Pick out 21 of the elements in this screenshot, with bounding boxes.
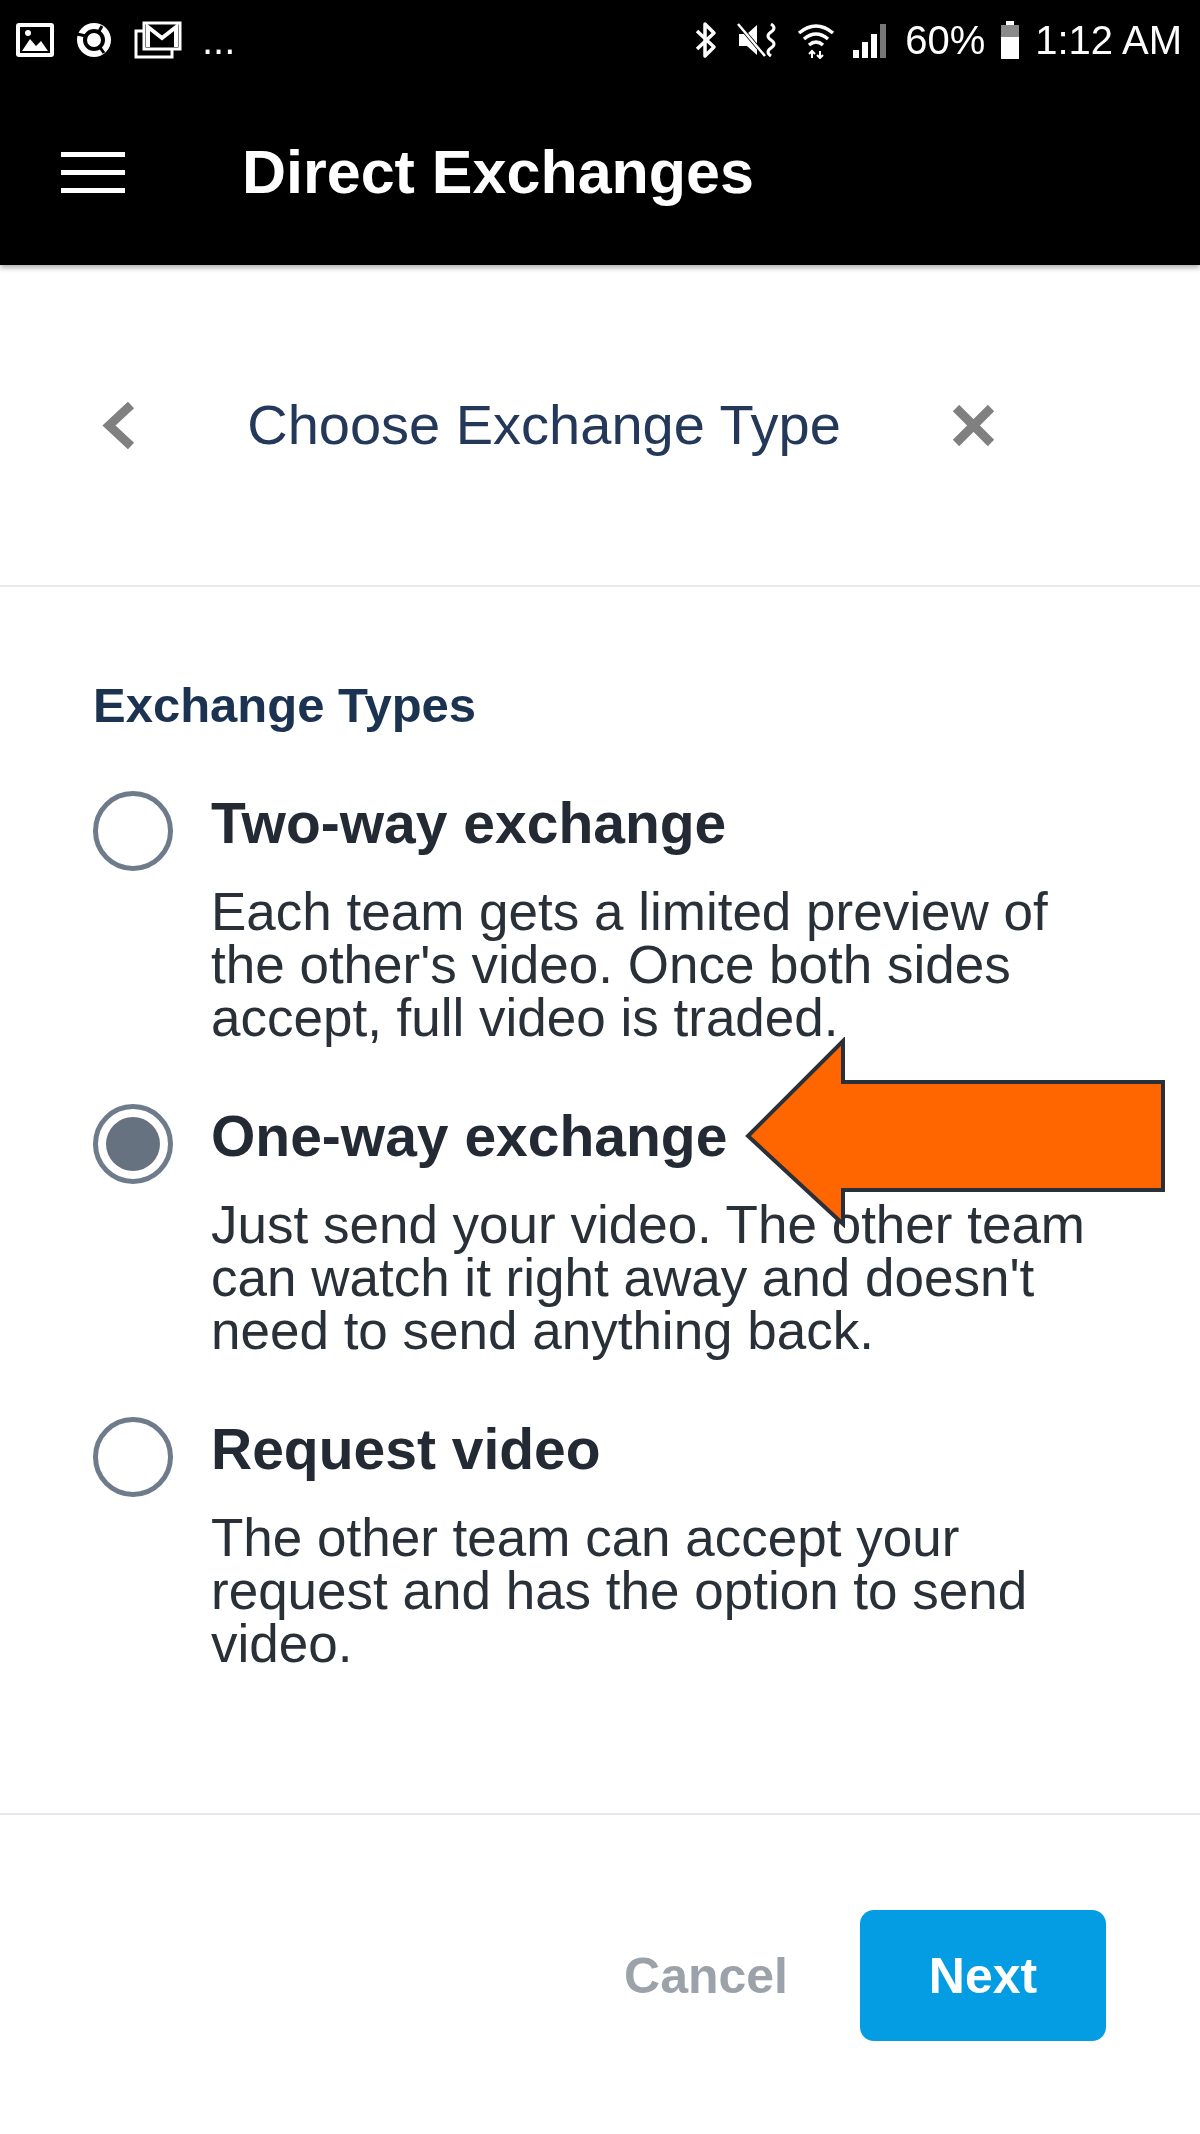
menu-icon[interactable]	[61, 152, 125, 193]
image-icon	[16, 23, 54, 57]
option-label[interactable]: One-way exchange	[211, 1104, 728, 1168]
ring-icon	[74, 22, 114, 58]
option-description: The other team can accept your request and has the option to send video.	[211, 1511, 1029, 1670]
radio-button[interactable]	[93, 1417, 173, 1497]
more-notifications-text: ...	[202, 20, 236, 60]
app-title: Direct Exchanges	[242, 136, 754, 208]
battery-icon	[1001, 21, 1020, 59]
radio-button[interactable]	[93, 791, 173, 871]
wifi-icon	[797, 21, 836, 59]
mail-icon	[134, 21, 182, 59]
clock-time-text: 1:12 AM	[1035, 20, 1182, 60]
battery-percentage-text: 60%	[905, 20, 986, 60]
radio-button[interactable]	[93, 1104, 173, 1184]
section-title: Exchange Types	[93, 677, 477, 733]
chevron-left-icon[interactable]	[102, 401, 136, 449]
dialog-title: Choose Exchange Type	[247, 393, 841, 457]
option-label[interactable]: Request video	[211, 1417, 601, 1481]
option-label[interactable]: Two-way exchange	[211, 791, 727, 855]
close-icon[interactable]	[952, 404, 995, 446]
